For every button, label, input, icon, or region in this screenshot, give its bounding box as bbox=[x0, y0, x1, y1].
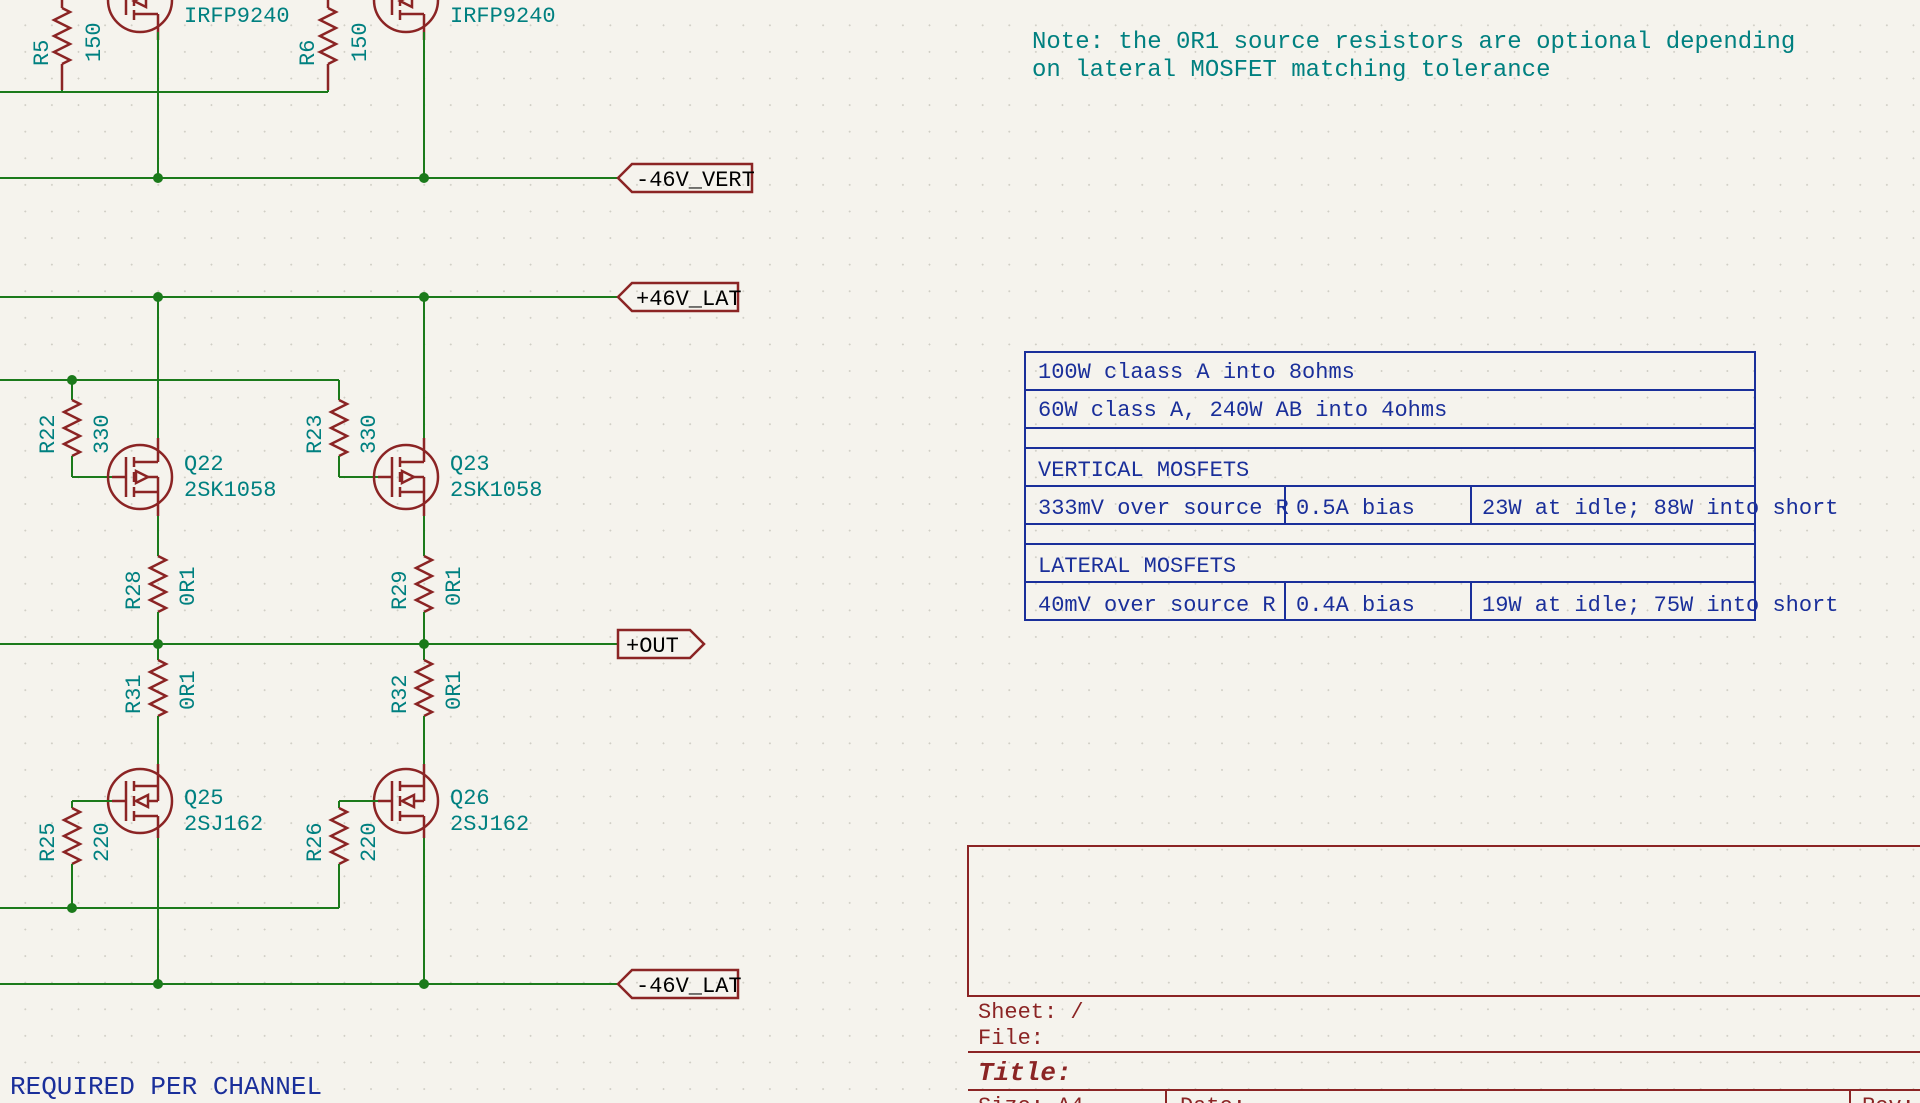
r23-val: 330 bbox=[357, 414, 382, 454]
r28-val: 0R1 bbox=[176, 566, 201, 606]
r32-ref: R32 bbox=[388, 674, 413, 714]
r25-val: 220 bbox=[90, 822, 115, 862]
q23-ref: Q23 bbox=[450, 452, 490, 477]
svg-text:Size: A4: Size: A4 bbox=[978, 1094, 1084, 1103]
resistor-r26: R26 220 bbox=[303, 808, 382, 864]
svg-text:File:: File: bbox=[978, 1026, 1044, 1051]
q-top-left-val: IRFP9240 bbox=[184, 4, 290, 29]
q-top-right-val: IRFP9240 bbox=[450, 4, 556, 29]
svg-text:VERTICAL MOSFETS: VERTICAL MOSFETS bbox=[1038, 458, 1249, 483]
svg-text:40mV over source R: 40mV over source R bbox=[1038, 593, 1276, 618]
svg-text:Title:: Title: bbox=[978, 1058, 1072, 1088]
svg-text:LATERAL MOSFETS: LATERAL MOSFETS bbox=[1038, 554, 1236, 579]
r29-val: 0R1 bbox=[442, 566, 467, 606]
netlabel-out: +OUT bbox=[618, 630, 704, 659]
r23-ref: R23 bbox=[303, 414, 328, 454]
r26-ref: R26 bbox=[303, 822, 328, 862]
spec-table: 100W claass A into 8ohms 60W class A, 24… bbox=[1025, 352, 1838, 620]
mosfet-q22: Q22 2SK1058 bbox=[108, 438, 276, 516]
svg-text:333mV over source R: 333mV over source R bbox=[1038, 496, 1289, 521]
svg-text:Rev:: Rev: bbox=[1862, 1094, 1915, 1103]
mosfet-q26: Q26 2SJ162 bbox=[374, 764, 529, 838]
mosfet-q25: Q25 2SJ162 bbox=[108, 764, 263, 838]
resistor-r23: R23 330 bbox=[303, 400, 382, 456]
q22-ref: Q22 bbox=[184, 452, 224, 477]
q25-val: 2SJ162 bbox=[184, 812, 263, 837]
r5-val: 150 bbox=[82, 22, 107, 62]
r22-val: 330 bbox=[90, 414, 115, 454]
svg-text:Date:: Date: bbox=[1180, 1094, 1246, 1103]
netlabel-neg46-vert: -46V_VERT bbox=[618, 164, 755, 193]
q26-val: 2SJ162 bbox=[450, 812, 529, 837]
resistor-r5: R5 150 bbox=[30, 0, 107, 90]
q26-ref: Q26 bbox=[450, 786, 490, 811]
resistor-r32: R32 0R1 bbox=[388, 660, 467, 716]
r29-ref: R29 bbox=[388, 570, 413, 610]
resistor-r6: R6 150 bbox=[296, 0, 373, 90]
svg-text:0.4A bias: 0.4A bias bbox=[1296, 593, 1415, 618]
netlabel-pos46-lat: +46V_LAT bbox=[618, 283, 742, 312]
resistor-r25: R25 220 bbox=[36, 808, 115, 864]
resistor-r28: R28 0R1 bbox=[122, 556, 201, 612]
schematic-canvas[interactable]: R5 150 IRFP9240 R6 150 bbox=[0, 0, 1920, 1103]
r26-val: 220 bbox=[357, 822, 382, 862]
svg-text:Sheet: /: Sheet: / bbox=[978, 1000, 1084, 1025]
r6-val: 150 bbox=[348, 22, 373, 62]
q22-val: 2SK1058 bbox=[184, 478, 276, 503]
r5-ref: R5 bbox=[30, 40, 55, 66]
resistor-r29: R29 0R1 bbox=[388, 556, 467, 612]
r25-ref: R25 bbox=[36, 822, 61, 862]
svg-text:0.5A bias: 0.5A bias bbox=[1296, 496, 1415, 521]
resistor-r31: R31 0R1 bbox=[122, 660, 201, 716]
r31-val: 0R1 bbox=[176, 670, 201, 710]
bottom-text: REQUIRED PER CHANNEL bbox=[10, 1072, 322, 1102]
q23-val: 2SK1058 bbox=[450, 478, 542, 503]
r28-ref: R28 bbox=[122, 570, 147, 610]
note-line2: on lateral MOSFET matching tolerance bbox=[1032, 57, 1550, 84]
svg-text:-46V_VERT: -46V_VERT bbox=[636, 168, 755, 193]
svg-text:23W at idle; 88W into short: 23W at idle; 88W into short bbox=[1482, 496, 1838, 521]
r32-val: 0R1 bbox=[442, 670, 467, 710]
title-block: Sheet: / File: Title: Size: A4 Date: Rev… bbox=[968, 846, 1920, 1103]
mosfet-top-left: IRFP9240 bbox=[108, 0, 290, 40]
r31-ref: R31 bbox=[122, 674, 147, 714]
svg-text:+OUT: +OUT bbox=[626, 634, 679, 659]
resistor-r22: R22 330 bbox=[36, 400, 115, 456]
svg-text:-46V_LAT: -46V_LAT bbox=[636, 974, 742, 999]
note-line1: Note: the 0R1 source resistors are optio… bbox=[1032, 29, 1795, 56]
r6-ref: R6 bbox=[296, 40, 321, 66]
mosfet-top-right: IRFP9240 bbox=[374, 0, 556, 40]
netlabel-neg46-lat: -46V_LAT bbox=[618, 970, 742, 999]
svg-text:+46V_LAT: +46V_LAT bbox=[636, 287, 742, 312]
r22-ref: R22 bbox=[36, 414, 61, 454]
q25-ref: Q25 bbox=[184, 786, 224, 811]
svg-text:100W claass A into 8ohms: 100W claass A into 8ohms bbox=[1038, 360, 1355, 385]
mosfet-q23: Q23 2SK1058 bbox=[374, 438, 542, 516]
svg-text:19W at idle; 75W into short: 19W at idle; 75W into short bbox=[1482, 593, 1838, 618]
svg-text:60W class A, 240W AB into 4ohm: 60W class A, 240W AB into 4ohms bbox=[1038, 398, 1447, 423]
